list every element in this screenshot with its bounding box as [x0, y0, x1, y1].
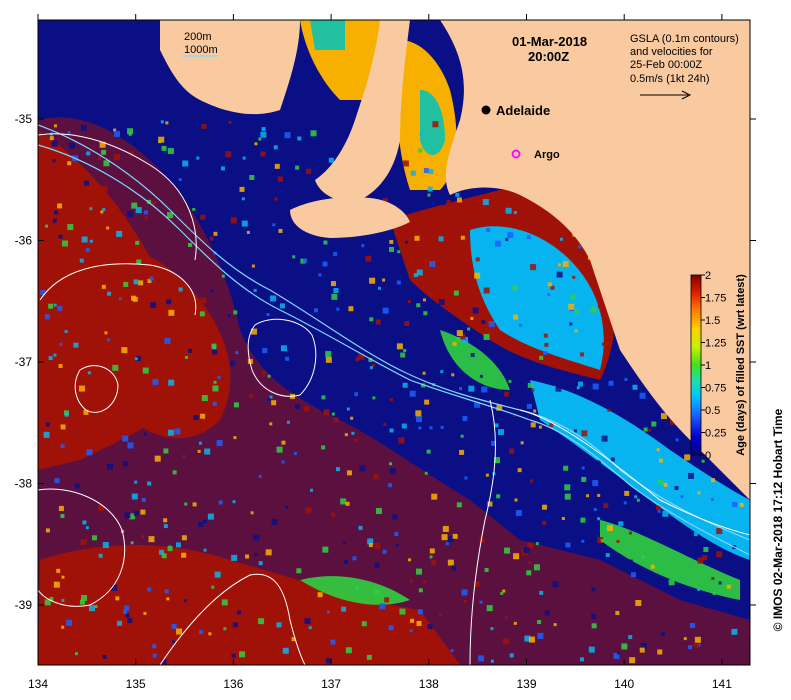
colorbar-tick-label: 1: [705, 360, 711, 372]
contour-1000-label: 1000m: [184, 44, 218, 56]
city-label-adelaide: Adelaide: [496, 103, 550, 118]
colorbar-label: Age (days) of filled SST (wrt latest): [735, 274, 747, 456]
y-tick-label: -35: [15, 112, 33, 126]
sst-age-map: 134 135 136 137 138 139 140 141 -35 -36 -37 -38 -39…: [15, 14, 785, 691]
colorbar-tick-label: 2: [705, 270, 711, 282]
x-tick-label: 140: [614, 677, 634, 691]
y-tick-label: -39: [15, 598, 33, 612]
colorbar-gradient: [690, 274, 702, 456]
colorbar-tick-label: 0.75: [705, 383, 726, 395]
colorbar-tick-label: 1.75: [705, 293, 726, 305]
colorbar-tick-label: 0.25: [705, 428, 726, 440]
credit-text: © IMOS 02-Mar-2018 17:12 Hobart Time: [771, 408, 785, 631]
x-tick-label: 139: [516, 677, 536, 691]
x-tick-label: 136: [223, 677, 243, 691]
colorbar-tick-label: 0: [705, 450, 711, 462]
y-tick-label: -37: [15, 355, 33, 369]
adelaide-marker: [481, 105, 491, 115]
map-area: [38, 20, 750, 665]
contour-200-label: 200m: [184, 31, 212, 43]
y-tick-label: -36: [15, 234, 33, 248]
colorbar-tick-label: 1.25: [705, 338, 726, 350]
gsla-note-3: 25-Feb 00:00Z: [630, 59, 702, 71]
x-tick-label: 141: [712, 677, 732, 691]
gsla-note-1: GSLA (0.1m contours): [630, 33, 739, 45]
x-tick-label: 138: [419, 677, 439, 691]
gsla-note-4: 0.5m/s (1kt 24h): [630, 73, 709, 85]
colorbar-tick-label: 1.5: [705, 315, 720, 327]
colorbar-tick-label: 0.5: [705, 405, 720, 417]
argo-label: Argo: [534, 149, 560, 161]
x-tick-label: 134: [28, 677, 48, 691]
map-time: 20:00Z: [528, 49, 569, 64]
x-tick-label: 135: [126, 677, 146, 691]
y-tick-label: -38: [15, 477, 33, 491]
gsla-note-2: and velocities for: [630, 46, 713, 58]
x-tick-label: 137: [321, 677, 341, 691]
map-date: 01-Mar-2018: [512, 34, 587, 49]
